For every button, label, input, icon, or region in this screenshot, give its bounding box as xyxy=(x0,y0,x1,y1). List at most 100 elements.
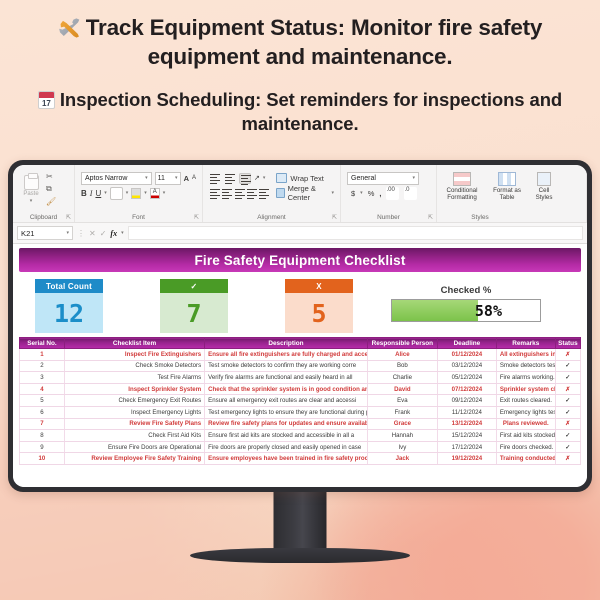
cell-checklist-item[interactable]: Check Emergency Exit Routes xyxy=(63,394,206,407)
comma-format-button[interactable]: , xyxy=(379,189,381,198)
font-color-chevron-down-icon[interactable]: ▾ xyxy=(163,190,166,196)
alignment-dialog-launcher[interactable]: ⇱ xyxy=(332,214,337,221)
increase-decimal-icon[interactable]: .00 xyxy=(386,186,400,200)
wrap-text-label[interactable]: Wrap Text xyxy=(290,174,324,183)
cell-status[interactable]: ✓ xyxy=(554,429,582,442)
cell-serial-no[interactable]: 7 xyxy=(19,418,65,431)
cell-description[interactable]: Fire doors are properly closed and easil… xyxy=(204,441,368,454)
align-top-icon[interactable] xyxy=(209,173,221,184)
fill-color-chevron-down-icon[interactable]: ▾ xyxy=(144,190,147,196)
table-row[interactable]: 2 Check Smoke Detectors Test smoke detecto… xyxy=(19,360,582,373)
table-row[interactable]: 9 Ensure Fire Doors are Operational Fire d… xyxy=(19,441,582,454)
cell-checklist-item[interactable]: Ensure Fire Doors are Operational xyxy=(63,441,206,454)
cell-status[interactable]: ✗ xyxy=(554,452,582,465)
wrap-text-icon[interactable] xyxy=(276,173,288,183)
table-row[interactable]: 6 Inspect Emergency Lights Test emergency … xyxy=(19,406,582,419)
formula-chevron-down-icon[interactable]: ▾ xyxy=(121,230,124,236)
table-row[interactable]: 10 Review Employee Fire Safety Training En… xyxy=(19,452,582,465)
cell-status[interactable]: ✓ xyxy=(554,406,582,419)
number-format-select[interactable]: General ▾ xyxy=(347,171,419,185)
cell-checklist-item[interactable]: Test Fire Alarms xyxy=(63,371,206,384)
cell-responsible-person[interactable]: Grace xyxy=(366,418,438,431)
borders-chevron-down-icon[interactable]: ▾ xyxy=(126,190,129,196)
cell-remarks[interactable]: Exit routes cleared. xyxy=(495,394,556,407)
cell-deadline[interactable]: 17/12/2024 xyxy=(436,441,497,454)
merge-center-chevron-down-icon[interactable]: ▾ xyxy=(331,190,334,196)
cut-icon[interactable]: ✂ xyxy=(46,172,56,181)
align-right-icon[interactable] xyxy=(234,188,245,199)
currency-chevron-down-icon[interactable]: ▾ xyxy=(360,190,363,196)
table-row[interactable]: 1 Inspect Fire Extinguishers Ensure all fi… xyxy=(19,348,582,361)
fill-color-icon[interactable] xyxy=(131,187,142,199)
font-name-input[interactable]: Aptos Narrow ▾ xyxy=(81,171,152,185)
insert-function-icon[interactable]: fx xyxy=(110,229,117,238)
cell-description[interactable]: Review fire safety plans for updates and… xyxy=(204,418,368,431)
cell-description[interactable]: Ensure all fire extinguishers are fully … xyxy=(204,348,368,361)
formula-input[interactable] xyxy=(127,226,583,240)
cell-serial-no[interactable]: 8 xyxy=(19,429,65,442)
cell-serial-no[interactable]: 3 xyxy=(19,371,65,384)
merge-center-icon[interactable] xyxy=(275,188,285,198)
cell-checklist-item[interactable]: Inspect Sprinkler System xyxy=(63,383,206,396)
cell-deadline[interactable]: 03/12/2024 xyxy=(436,360,497,373)
column-header-description[interactable]: Description xyxy=(204,337,368,349)
column-header-serial-no[interactable]: Serial No. xyxy=(19,337,65,349)
cell-deadline[interactable]: 15/12/2024 xyxy=(436,429,497,442)
align-middle-icon[interactable] xyxy=(224,173,236,184)
paste-button[interactable]: Paste ▾ xyxy=(19,171,43,206)
cancel-edit-icon[interactable]: ✕ xyxy=(89,229,96,238)
clipboard-dialog-launcher[interactable]: ⇱ xyxy=(66,214,71,221)
align-left-icon[interactable] xyxy=(209,188,220,199)
cell-responsible-person[interactable]: Charlie xyxy=(366,371,438,384)
font-size-input[interactable]: 11 ▾ xyxy=(154,171,181,185)
table-row[interactable]: 5 Check Emergency Exit Routes Ensure all e… xyxy=(19,394,582,407)
increase-indent-icon[interactable] xyxy=(258,188,270,199)
cell-status[interactable]: ✗ xyxy=(554,348,582,361)
paste-chevron-down-icon[interactable]: ▾ xyxy=(30,198,33,204)
orientation-icon[interactable]: ↗ xyxy=(254,174,260,182)
cell-remarks[interactable]: Fire doors checked. xyxy=(495,441,556,454)
cell-responsible-person[interactable]: Alice xyxy=(366,348,438,361)
name-box[interactable]: K21 ▾ xyxy=(17,226,73,240)
cell-remarks[interactable]: Emergency lights tested. xyxy=(495,406,556,419)
cell-checklist-item[interactable]: Check First Aid Kits xyxy=(63,429,206,442)
copy-icon[interactable]: ⧉ xyxy=(46,184,56,194)
cell-styles-button[interactable]: Cell Styles xyxy=(533,172,555,201)
cell-description[interactable]: Check that the sprinkler system is in go… xyxy=(204,383,368,396)
cell-checklist-item[interactable]: Review Fire Safety Plans xyxy=(63,418,206,431)
table-row[interactable]: 4 Inspect Sprinkler System Check that the … xyxy=(19,383,582,396)
cell-deadline[interactable]: 01/12/2024 xyxy=(436,348,497,361)
font-dialog-launcher[interactable]: ⇱ xyxy=(194,214,199,221)
cell-description[interactable]: Test smoke detectors to confirm they are… xyxy=(204,360,368,373)
cell-responsible-person[interactable]: Ivy xyxy=(366,441,438,454)
decrease-decimal-icon[interactable]: .0 xyxy=(404,186,418,200)
cell-serial-no[interactable]: 5 xyxy=(19,394,65,407)
underline-chevron-down-icon[interactable]: ▾ xyxy=(104,190,107,196)
bold-button[interactable]: B xyxy=(81,189,87,198)
cell-responsible-person[interactable]: Bob xyxy=(366,360,438,373)
cell-deadline[interactable]: 11/12/2024 xyxy=(436,406,497,419)
cell-remarks[interactable]: Sprinkler system checked. xyxy=(495,383,556,396)
cell-serial-no[interactable]: 6 xyxy=(19,406,65,419)
cell-checklist-item[interactable]: Check Smoke Detectors xyxy=(63,360,206,373)
cell-deadline[interactable]: 05/12/2024 xyxy=(436,371,497,384)
cell-description[interactable]: Ensure employees have been trained in fi… xyxy=(204,452,368,465)
cell-deadline[interactable]: 13/12/2024 xyxy=(436,418,497,431)
cell-description[interactable]: Ensure all emergency exit routes are cle… xyxy=(204,394,368,407)
align-bottom-icon[interactable] xyxy=(239,172,251,185)
column-header-status[interactable]: Status xyxy=(554,337,582,349)
cell-remarks[interactable]: Training conducted. xyxy=(495,452,556,465)
table-row[interactable]: 8 Check First Aid Kits Ensure first aid ki… xyxy=(19,429,582,442)
cell-responsible-person[interactable]: David xyxy=(366,383,438,396)
cell-status[interactable]: ✗ xyxy=(554,383,582,396)
increase-font-size-button[interactable]: A xyxy=(184,174,189,183)
cell-responsible-person[interactable]: Hannah xyxy=(366,429,438,442)
underline-button[interactable]: U xyxy=(95,189,101,198)
cell-responsible-person[interactable]: Eva xyxy=(366,394,438,407)
format-as-table-button[interactable]: Format as Table xyxy=(488,172,526,201)
cell-serial-no[interactable]: 9 xyxy=(19,441,65,454)
cell-remarks[interactable]: Smoke detectors tested. xyxy=(495,360,556,373)
font-size-chevron-down-icon[interactable]: ▾ xyxy=(175,175,178,181)
column-header-checklist-item[interactable]: Checklist Item xyxy=(63,337,206,349)
cell-description[interactable]: Test emergency lights to ensure they are… xyxy=(204,406,368,419)
